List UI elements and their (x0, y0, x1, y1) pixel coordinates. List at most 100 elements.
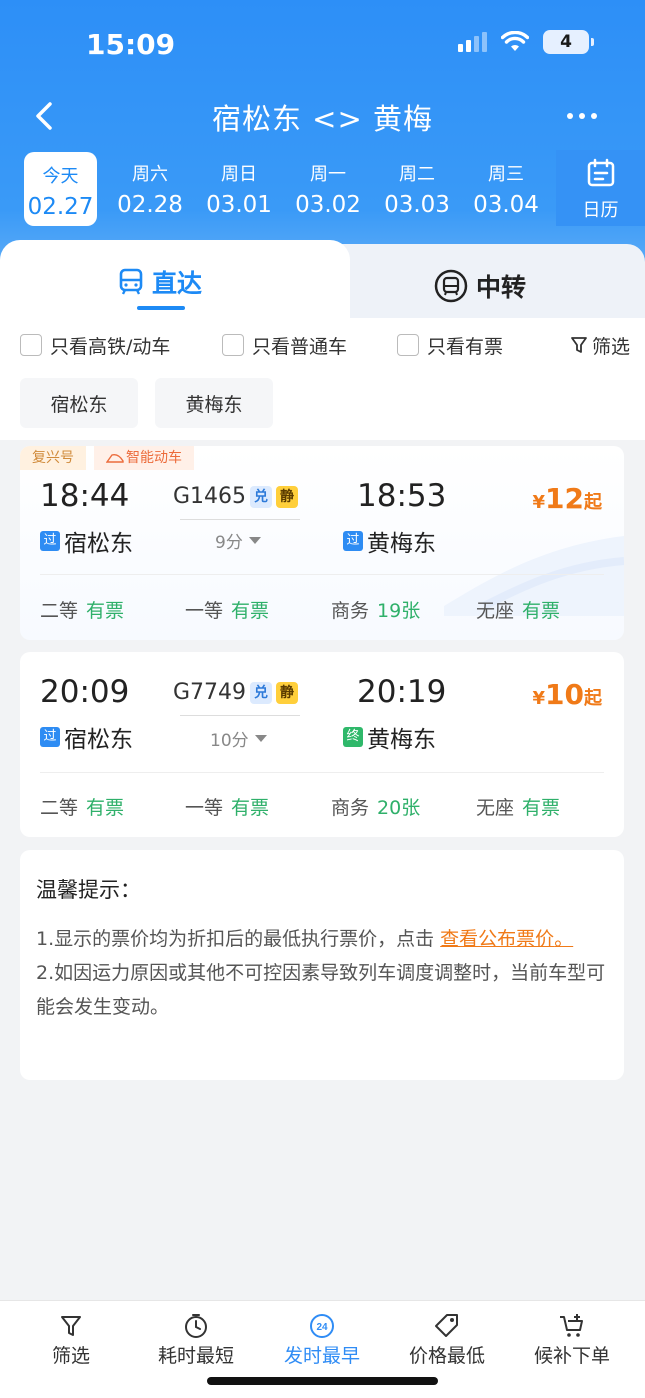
seat-business: 商务 19张 (331, 596, 420, 623)
funnel-icon (571, 337, 587, 353)
clock-24-icon: 24 (310, 1314, 334, 1338)
seat-no-seat: 无座 有票 (476, 793, 560, 820)
seat-status: 20张 (377, 797, 421, 819)
exchange-badge: 兑 (250, 485, 273, 508)
seat-type: 一等 (185, 600, 224, 622)
currency-symbol: ¥ (532, 492, 546, 513)
date-value: 03.04 (473, 192, 539, 218)
home-indicator (207, 1377, 438, 1385)
train-number: G7749 (173, 680, 247, 705)
seat-status: 有票 (231, 600, 270, 622)
seat-status: 有票 (86, 600, 125, 622)
calendar-icon (587, 158, 614, 187)
date-item[interactable]: 周三 03.04 (462, 150, 550, 224)
connector-line (180, 715, 300, 716)
filter-button-label: 筛选 (591, 335, 630, 358)
seat-type: 无座 (476, 600, 515, 622)
station-chip-arrival[interactable]: 黄梅东 (155, 378, 273, 428)
filter-available-checkbox[interactable]: 只看有票 (397, 332, 503, 359)
sort-earliest-label: 发时最早 (283, 1345, 360, 1367)
filter-normal-label: 只看普通车 (252, 335, 348, 358)
quick-filters: 只看高铁/动车 只看普通车 只看有票 筛选 (20, 330, 630, 360)
cart-plus-icon (560, 1314, 583, 1337)
calendar-label: 日历 (582, 200, 619, 221)
seat-type: 二等 (40, 797, 79, 819)
calendar-button[interactable]: 日历 (556, 150, 645, 226)
clock-24-text: 24 (316, 1322, 328, 1333)
view-published-price-link[interactable]: 查看公布票价 (440, 928, 554, 950)
arrival-station-name: 黄梅东 (367, 727, 436, 753)
arrival-time: 18:53 (357, 478, 447, 514)
sort-shortest-button[interactable]: 耗时最短 (146, 1311, 246, 1368)
sort-earliest-button[interactable]: 24 发时最早 (272, 1311, 372, 1368)
duration-toggle[interactable]: 9分 (215, 528, 261, 553)
battery-icon: 4 (543, 30, 594, 54)
date-weekday: 周日 (221, 164, 257, 185)
date-item[interactable]: 周六 02.28 (106, 150, 194, 224)
date-weekday: 周二 (399, 164, 435, 185)
price: ¥ 12 起 (533, 482, 603, 515)
price: ¥ 10 起 (533, 678, 603, 711)
bottom-filter-button[interactable]: 筛选 (21, 1311, 121, 1368)
tips-title: 温馨提示： (36, 878, 141, 902)
seat-first-class: 一等 有票 (185, 596, 269, 623)
seat-business: 商务 20张 (331, 793, 420, 820)
tag-smart-train: 智能动车 (94, 446, 194, 470)
duration: 10分 (210, 731, 249, 751)
duration-toggle[interactable]: 10分 (210, 726, 267, 751)
seat-type: 无座 (476, 797, 515, 819)
arrival-station-name: 黄梅东 (367, 531, 436, 557)
seat-status: 有票 (522, 600, 561, 622)
train-number: G1465 (173, 484, 247, 509)
caret-down-icon (248, 537, 261, 544)
seat-second-class: 二等 有票 (40, 793, 124, 820)
train-card[interactable]: 20:09 G7749 兑 静 10分 20:19 过 宿松东 终 黄梅东 ¥ … (20, 652, 624, 837)
divider (40, 574, 604, 575)
train-card[interactable]: 复兴号 智能动车 18:44 G1465 兑 静 9分 18:53 过 宿松东 … (20, 446, 624, 640)
station-chip-departure[interactable]: 宿松东 (20, 378, 138, 428)
seat-status: 19张 (377, 600, 421, 622)
terminal-badge: 终 (343, 727, 363, 747)
checkbox-icon (20, 334, 42, 356)
stopwatch-icon (185, 1314, 207, 1338)
train-icon (119, 268, 143, 295)
seat-status: 有票 (231, 797, 270, 819)
quiet-badge: 静 (276, 485, 299, 508)
date-item[interactable]: 周一 03.02 (284, 150, 372, 224)
train-number-row: G7749 兑 静 (173, 680, 299, 705)
waitlist-label: 候补下单 (533, 1345, 610, 1367)
arrival-station: 终 黄梅东 (343, 720, 436, 754)
tag-smart-train-label: 智能动车 (126, 450, 182, 466)
tab-direct[interactable]: 直达 (0, 240, 350, 320)
pass-badge: 过 (40, 727, 60, 747)
status-time: 15:09 (86, 28, 176, 61)
departure-station: 过 宿松东 (40, 720, 133, 754)
filter-normal-checkbox[interactable]: 只看普通车 (222, 332, 347, 359)
caret-down-icon (254, 735, 267, 742)
seat-type: 商务 (331, 600, 370, 622)
transfer-bus-icon (434, 269, 468, 303)
filter-button[interactable]: 筛选 (570, 332, 630, 359)
tab-transfer[interactable]: 中转 (330, 244, 645, 320)
tips-card: 温馨提示： 1.显示的票价均为折扣后的最低执行票价，点击 查看公布票价。 2.如… (20, 850, 624, 1080)
date-item-today[interactable]: 今天 02.27 (24, 152, 97, 226)
wifi-icon (501, 31, 529, 51)
connector-line (180, 519, 300, 520)
date-weekday: 周一 (310, 164, 346, 185)
seat-status: 有票 (86, 797, 125, 819)
date-item[interactable]: 周日 03.01 (195, 150, 283, 224)
tab-direct-label: 直达 (152, 269, 203, 298)
filter-high-speed-checkbox[interactable]: 只看高铁/动车 (20, 332, 170, 359)
more-button[interactable] (557, 98, 607, 134)
price-suffix: 起 (584, 688, 602, 709)
date-strip: 今天 02.27 周六 02.28 周日 03.01 周一 03.02 周二 0… (0, 150, 645, 226)
seat-second-class: 二等 有票 (40, 596, 124, 623)
waitlist-button[interactable]: 候补下单 (522, 1311, 622, 1368)
bottom-filter-label: 筛选 (51, 1345, 90, 1367)
pass-badge: 过 (40, 531, 60, 551)
arrival-time: 20:19 (357, 674, 447, 710)
date-item[interactable]: 周二 03.03 (373, 150, 461, 224)
price-value: 12 (545, 482, 584, 515)
sort-cheapest-button[interactable]: 价格最低 (397, 1311, 497, 1368)
status-icons: 4 (458, 30, 594, 54)
